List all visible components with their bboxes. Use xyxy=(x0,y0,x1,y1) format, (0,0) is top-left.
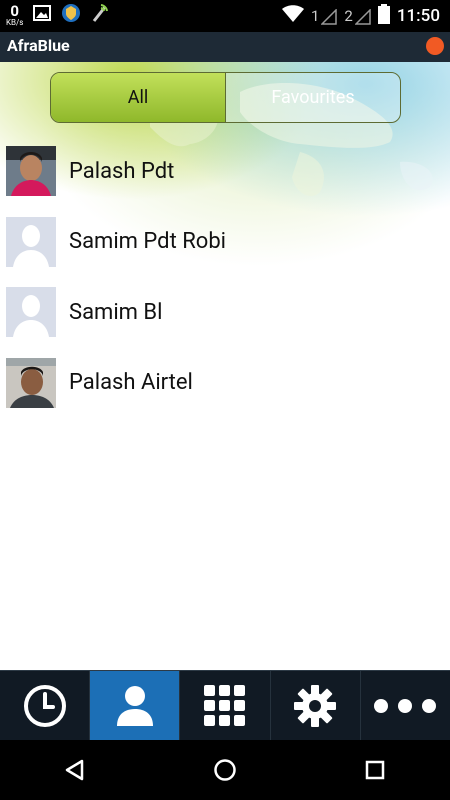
default-person-avatar-icon xyxy=(6,287,56,338)
nav-recent[interactable] xyxy=(0,671,91,741)
data-rate-unit: KB/s xyxy=(6,17,24,27)
sim2-label: 2 xyxy=(344,7,353,25)
system-navigation-bar xyxy=(0,740,450,800)
recents-square-icon xyxy=(365,760,385,780)
contact-photo-avatar xyxy=(6,146,56,197)
shield-app-icon xyxy=(61,3,81,27)
wifi-icon xyxy=(281,5,304,27)
gear-icon xyxy=(294,685,337,727)
status-left: 0 KB/s xyxy=(6,3,109,27)
bottom-nav xyxy=(0,670,450,741)
app-notification-icon xyxy=(91,3,109,27)
data-rate: 0 KB/s xyxy=(6,1,24,27)
contacts-content: All Favourites Palash Pdt Samim Pdt Robi… xyxy=(0,62,450,670)
signal-icon xyxy=(354,9,371,25)
clock-icon xyxy=(23,685,66,727)
data-rate-value: 0 xyxy=(10,1,20,20)
phone-screen: 0 KB/s 1 2 11:50 AfraBlue All Favourites… xyxy=(0,0,450,800)
contact-item[interactable]: Palash Airtel xyxy=(0,348,450,419)
home-circle-icon xyxy=(214,759,236,781)
home-button[interactable] xyxy=(195,740,255,800)
contact-name: Palash Airtel xyxy=(69,370,193,396)
recents-button[interactable] xyxy=(345,740,405,800)
signal-icon xyxy=(321,9,338,25)
battery-icon xyxy=(377,4,390,28)
more-dots-icon xyxy=(374,699,437,713)
status-bar: 0 KB/s 1 2 11:50 xyxy=(0,0,450,32)
contact-name: Samim Pdt Robi xyxy=(69,229,227,255)
status-dot-icon[interactable] xyxy=(426,37,444,55)
back-button[interactable] xyxy=(45,740,105,800)
contact-photo-avatar xyxy=(6,357,56,408)
clock-time: 11:50 xyxy=(396,6,440,26)
nav-more[interactable] xyxy=(361,671,450,741)
contact-item[interactable]: Palash Pdt xyxy=(0,136,450,207)
nav-dialpad[interactable] xyxy=(180,671,271,741)
sim1-signal: 1 xyxy=(310,7,338,25)
app-title: AfraBlue xyxy=(7,36,70,55)
contact-list: Palash Pdt Samim Pdt Robi Samim Bl Palas… xyxy=(0,136,450,418)
back-triangle-icon xyxy=(65,759,84,781)
image-notification-icon xyxy=(33,5,52,25)
app-title-bar: AfraBlue xyxy=(0,32,450,62)
contact-name: Palash Pdt xyxy=(69,158,175,184)
status-right: 1 2 11:50 xyxy=(281,4,440,28)
contact-person-icon xyxy=(116,686,153,726)
dialpad-icon xyxy=(204,685,245,726)
filter-segmented-control: All Favourites xyxy=(50,72,401,123)
tab-all[interactable]: All xyxy=(51,73,225,122)
default-person-avatar-icon xyxy=(6,216,56,267)
nav-contacts[interactable] xyxy=(90,671,181,741)
sim2-signal: 2 xyxy=(344,7,371,25)
nav-settings[interactable] xyxy=(271,671,361,741)
contact-item[interactable]: Samim Pdt Robi xyxy=(0,207,450,278)
sim1-label: 1 xyxy=(310,7,320,25)
contact-name: Samim Bl xyxy=(69,299,163,325)
contact-item[interactable]: Samim Bl xyxy=(0,277,450,348)
tab-favourites[interactable]: Favourites xyxy=(225,73,400,122)
